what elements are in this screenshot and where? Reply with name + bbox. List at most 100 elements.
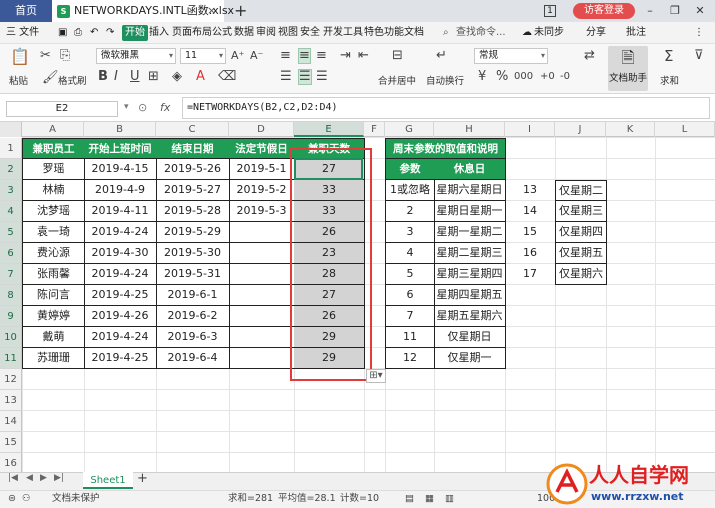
table-header-cell[interactable]: 结束日期 xyxy=(156,138,230,159)
column-header-j[interactable]: J xyxy=(555,122,606,137)
wrap-text-label[interactable]: 自动换行 xyxy=(426,73,464,87)
login-button[interactable]: 访客登录 xyxy=(573,3,635,19)
underline-icon[interactable]: U xyxy=(130,70,140,84)
table-cell[interactable]: 2019-4-15 xyxy=(84,159,157,180)
align-center-icon[interactable]: ☰ xyxy=(298,69,312,85)
table-cell[interactable]: 黄婷婷 xyxy=(22,306,85,327)
params-header-cell[interactable]: 休息日 xyxy=(434,159,506,180)
column-header-g[interactable]: G xyxy=(385,122,434,137)
first-sheet-icon[interactable]: |◀ xyxy=(8,473,18,483)
row-header-15[interactable]: 15 xyxy=(0,432,22,453)
wrap-text-icon[interactable]: ↵ xyxy=(436,49,447,63)
add-sheet-button[interactable]: + xyxy=(137,471,148,486)
row-header-14[interactable]: 14 xyxy=(0,411,22,432)
column-header-c[interactable]: C xyxy=(156,122,229,137)
close-window-icon[interactable]: ✕ xyxy=(690,0,710,22)
window-count-badge[interactable]: 1 xyxy=(544,5,556,17)
table-cell[interactable]: 2019-4-11 xyxy=(84,201,157,222)
row-header-9[interactable]: 9 xyxy=(0,306,22,327)
menu-security[interactable]: 安全 xyxy=(300,22,320,44)
params-cell[interactable]: 星期六星期日 xyxy=(434,180,506,201)
fill-color-icon[interactable]: ◈ xyxy=(172,70,182,84)
column-header-i[interactable]: I xyxy=(505,122,555,137)
menu-features[interactable]: 特色功能 xyxy=(364,22,404,44)
table-cell[interactable] xyxy=(229,285,295,306)
align-middle-icon[interactable]: ≡ xyxy=(298,48,311,64)
table-cell[interactable] xyxy=(229,264,295,285)
table-cell[interactable] xyxy=(229,222,295,243)
params-extra-cell[interactable]: 15 xyxy=(505,222,556,243)
align-bottom-icon[interactable]: ≡ xyxy=(316,49,327,63)
page-view-icon[interactable]: ▦ xyxy=(425,490,434,508)
comment-button[interactable]: 批注 xyxy=(626,22,646,44)
menu-insert[interactable]: 插入 xyxy=(149,22,169,44)
restore-icon[interactable]: ❐ xyxy=(665,0,685,22)
params-cell[interactable]: 4 xyxy=(385,243,435,264)
column-header-e[interactable]: E xyxy=(294,122,364,137)
decrease-font-icon[interactable]: A⁻ xyxy=(250,49,263,63)
minimize-icon[interactable]: – xyxy=(640,0,660,22)
table-cell[interactable]: 2019-5-31 xyxy=(156,264,230,285)
column-header-k[interactable]: K xyxy=(606,122,655,137)
menu-page-layout[interactable]: 页面布局 xyxy=(172,22,212,44)
sum-icon[interactable]: Σ xyxy=(664,49,673,64)
table-cell[interactable]: 2019-6-3 xyxy=(156,327,230,348)
merge-center-label[interactable]: 合并居中 xyxy=(378,73,416,87)
table-cell[interactable]: 费沁源 xyxy=(22,243,85,264)
new-tab-button[interactable]: + xyxy=(234,0,247,22)
bold-icon[interactable]: B xyxy=(98,70,108,84)
fx-icon[interactable]: fx xyxy=(160,101,170,114)
table-cell[interactable]: 2019-4-26 xyxy=(84,306,157,327)
protect-status[interactable]: 文档未保护 xyxy=(52,490,100,508)
menu-review[interactable]: 审阅 xyxy=(256,22,276,44)
params-cell[interactable]: 3 xyxy=(385,222,435,243)
format-painter-icon[interactable]: 🖌 xyxy=(42,71,59,85)
align-top-icon[interactable]: ≡ xyxy=(280,49,291,63)
params-header-cell[interactable]: 参数 xyxy=(385,159,435,180)
row-header-16[interactable]: 16 xyxy=(0,453,22,474)
menu-file[interactable]: 三 文件 xyxy=(6,22,39,44)
table-cell[interactable]: 2019-5-30 xyxy=(156,243,230,264)
tab-document[interactable]: NETWORKDAYS.INTL函数.xlsx xyxy=(52,0,234,22)
merge-icon[interactable]: ⊟ xyxy=(392,49,403,63)
table-cell[interactable] xyxy=(229,327,295,348)
command-search-input[interactable]: 查找命令... xyxy=(456,22,506,44)
table-cell[interactable]: 2019-5-27 xyxy=(156,180,230,201)
document-helper-button[interactable]: 🗎 文档助手 xyxy=(608,46,648,91)
prev-sheet-icon[interactable]: ◀ xyxy=(26,473,33,483)
copy-icon[interactable]: ⎘ xyxy=(60,49,70,63)
params-cell[interactable]: 星期四星期五 xyxy=(434,285,506,306)
align-left-icon[interactable]: ☰ xyxy=(280,70,292,84)
clear-format-icon[interactable]: ⌫ xyxy=(218,70,236,84)
table-cell[interactable]: 2019-4-25 xyxy=(84,348,157,369)
row-header-4[interactable]: 4 xyxy=(0,201,22,222)
menu-view[interactable]: 视图 xyxy=(278,22,298,44)
paste-icon[interactable]: 📋 xyxy=(10,49,30,65)
table-cell[interactable]: 2019-4-30 xyxy=(84,243,157,264)
params-cell[interactable]: 星期三星期四 xyxy=(434,264,506,285)
table-cell[interactable]: 2019-5-1 xyxy=(229,159,295,180)
table-cell[interactable]: 沈梦瑶 xyxy=(22,201,85,222)
menu-formula[interactable]: 公式 xyxy=(212,22,232,44)
format-painter-label[interactable]: 格式刷 xyxy=(58,73,87,87)
column-header-d[interactable]: D xyxy=(229,122,294,137)
table-cell[interactable]: 2019-5-29 xyxy=(156,222,230,243)
table-header-cell[interactable]: 兼职员工 xyxy=(22,138,85,159)
table-cell[interactable]: 张雨馨 xyxy=(22,264,85,285)
quick-analysis-icon[interactable]: ⊞▾ xyxy=(366,369,386,383)
params-extra-cell[interactable]: 仅星期四 xyxy=(555,222,607,243)
italic-icon[interactable]: I xyxy=(114,70,118,84)
table-cell[interactable]: 戴萌 xyxy=(22,327,85,348)
save-icon[interactable]: ▣ xyxy=(58,22,67,44)
increase-font-icon[interactable]: A⁺ xyxy=(231,49,244,63)
row-header-7[interactable]: 7 xyxy=(0,264,22,285)
increase-decimal-icon[interactable]: +0 xyxy=(540,70,555,84)
table-cell[interactable]: 2019-6-2 xyxy=(156,306,230,327)
table-cell[interactable] xyxy=(229,306,295,327)
params-cell[interactable]: 6 xyxy=(385,285,435,306)
outdent-icon[interactable]: ⇤ xyxy=(358,49,369,63)
params-title-cell[interactable]: 周末参数的取值和说明 xyxy=(385,138,506,159)
table-cell[interactable] xyxy=(229,243,295,264)
paste-label[interactable]: 粘贴 xyxy=(9,73,28,87)
name-box[interactable]: E2 xyxy=(6,101,118,117)
